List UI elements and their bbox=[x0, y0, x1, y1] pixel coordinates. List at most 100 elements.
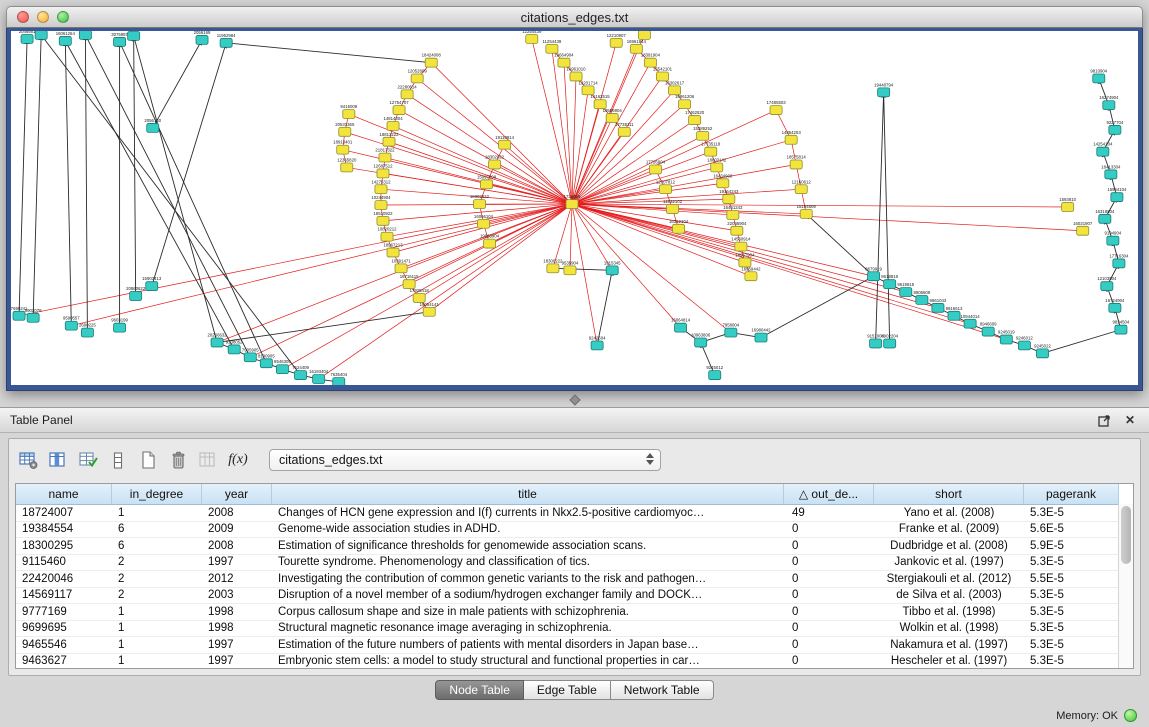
graph-node[interactable]: 16302617 bbox=[665, 80, 685, 94]
table-row[interactable]: 946554611997Estimation of the future num… bbox=[16, 637, 1119, 654]
new-document-icon[interactable] bbox=[135, 447, 161, 473]
graph-node[interactable]: 7905905 bbox=[242, 347, 259, 361]
vertical-scrollbar[interactable] bbox=[1118, 504, 1133, 668]
graph-node[interactable]: 16961010 bbox=[566, 67, 586, 81]
graph-node[interactable]: 19448794 bbox=[874, 82, 894, 96]
table-row[interactable]: 911546021997Tourette syndrome. Phenomeno… bbox=[16, 555, 1119, 572]
graph-node[interactable]: 10244904 bbox=[371, 195, 391, 209]
graph-node[interactable]: 22280614 bbox=[398, 84, 418, 98]
table-source-select[interactable]: citations_edges.txt bbox=[269, 449, 661, 471]
graph-node[interactable]: 16318804 bbox=[1095, 209, 1115, 223]
graph-node[interactable]: 9546305 bbox=[274, 359, 291, 373]
graph-node[interactable]: 8618819 bbox=[881, 274, 898, 288]
graph-node[interactable]: 15097809 bbox=[477, 174, 497, 188]
import-table-icon[interactable] bbox=[195, 447, 221, 473]
show-columns-icon[interactable] bbox=[45, 447, 71, 473]
graph-node[interactable]: 9415009 bbox=[340, 104, 357, 118]
graph-node[interactable]: 16274904 bbox=[1099, 95, 1119, 109]
graph-node[interactable]: 19664904 bbox=[554, 53, 574, 67]
graph-node[interactable]: 18510922 bbox=[373, 211, 393, 225]
minimize-window-button[interactable] bbox=[37, 11, 49, 23]
graph-node[interactable]: 14275312 bbox=[371, 179, 391, 193]
graph-node[interactable]: 8946609 bbox=[980, 322, 997, 336]
graph-node[interactable]: 15542101 bbox=[653, 67, 673, 81]
tab-network-table[interactable]: Network Table bbox=[611, 680, 714, 700]
graph-node[interactable]: 8955616 bbox=[33, 31, 50, 39]
graph-node[interactable]: 9246012 bbox=[1016, 336, 1033, 350]
graph-node[interactable]: 19110914 bbox=[495, 135, 514, 149]
graph-node[interactable]: 12210907 bbox=[607, 33, 627, 47]
graph-node[interactable]: 8906609 bbox=[913, 290, 930, 304]
graph-node[interactable]: 9810904 bbox=[1090, 69, 1107, 83]
column-header-out_degree[interactable]: △ out_de... bbox=[784, 484, 874, 504]
graph-node[interactable]: 18424008 bbox=[422, 53, 442, 67]
graph-node[interactable]: 16961944 bbox=[627, 39, 647, 53]
table-row[interactable]: 1456911722003Disruption of a novel membe… bbox=[16, 588, 1119, 605]
graph-node[interactable]: 10820212 bbox=[377, 227, 397, 241]
graph-node[interactable]: 17462520 bbox=[685, 110, 705, 124]
float-panel-icon[interactable] bbox=[1095, 412, 1113, 428]
close-window-button[interactable] bbox=[17, 11, 29, 23]
column-header-in_degree[interactable]: in_degree bbox=[112, 484, 202, 504]
graph-node[interactable]: 2056140 bbox=[144, 118, 161, 132]
graph-node[interactable]: 2690225 bbox=[79, 323, 96, 337]
graph-node[interactable]: 9603199 bbox=[111, 318, 128, 332]
table-mode-icon[interactable] bbox=[15, 447, 41, 473]
table-row[interactable]: 969969511998Structural magnetic resonanc… bbox=[16, 621, 1119, 638]
graph-node[interactable]: 12687512 bbox=[373, 163, 393, 177]
graph-node[interactable]: 18957904 bbox=[735, 252, 755, 266]
graph-node[interactable]: 16162515 bbox=[591, 94, 611, 108]
graph-node[interactable]: 16193404 bbox=[309, 369, 329, 383]
graph-node[interactable]: 14560914 bbox=[731, 237, 751, 251]
zoom-window-button[interactable] bbox=[57, 11, 69, 23]
graph-node[interactable]: 19556904 bbox=[603, 108, 623, 122]
graph-node[interactable]: 3075987 bbox=[111, 32, 128, 46]
graph-node[interactable]: 21817322 bbox=[375, 148, 395, 162]
graph-node[interactable]: 18602142 bbox=[707, 158, 727, 172]
graph-node[interactable]: 9619815 bbox=[897, 282, 914, 296]
graph-node[interactable]: 9245019 bbox=[998, 330, 1015, 344]
delete-icon[interactable] bbox=[165, 447, 191, 473]
graph-node[interactable]: 12160612 bbox=[792, 179, 812, 193]
scrollbar-thumb[interactable] bbox=[1121, 506, 1131, 564]
graph-node[interactable]: 9238052 bbox=[226, 340, 243, 354]
graph-node[interactable]: 19054141 bbox=[420, 302, 440, 316]
graph-node[interactable]: 2046561 bbox=[19, 31, 36, 43]
graph-node[interactable]: 7635404 bbox=[330, 372, 347, 385]
graph-node[interactable]: 9245022 bbox=[1034, 343, 1051, 357]
column-header-title[interactable]: title bbox=[272, 484, 784, 504]
tab-edge-table[interactable]: Edge Table bbox=[524, 680, 611, 700]
create-column-icon[interactable] bbox=[75, 447, 101, 473]
table-row[interactable]: 1872400712008Changes of HCN gene express… bbox=[16, 505, 1119, 522]
table-row[interactable]: 1830029562008Estimation of significance … bbox=[16, 538, 1119, 555]
graph-node[interactable]: 18575814 bbox=[787, 155, 807, 169]
graph-node[interactable]: 8902204 bbox=[881, 334, 898, 348]
graph-node[interactable]: 18967213 bbox=[383, 243, 403, 257]
row-height-icon[interactable] bbox=[105, 447, 131, 473]
graph-node[interactable]: 7958004 bbox=[722, 323, 739, 337]
graph-node[interactable]: 16434908 bbox=[713, 173, 733, 187]
column-header-short[interactable]: short bbox=[874, 484, 1024, 504]
graph-node[interactable]: 18413304 bbox=[1101, 164, 1121, 178]
table-row[interactable]: 977716911998Corpus callosum shape and si… bbox=[16, 604, 1119, 621]
table-row[interactable]: 946362711997Embryonic stem cells: a mode… bbox=[16, 654, 1119, 670]
graph-node[interactable]: 18391904 bbox=[641, 53, 661, 67]
graph-node[interactable]: 19164243 bbox=[719, 189, 739, 203]
graph-node[interactable]: 8679919 bbox=[865, 266, 882, 280]
column-header-year[interactable]: year bbox=[202, 484, 272, 504]
graph-node[interactable]: 10077107 bbox=[76, 31, 96, 39]
graph-node[interactable]: 15389252 bbox=[693, 126, 713, 140]
split-pane-divider[interactable] bbox=[566, 396, 584, 404]
column-header-pagerank[interactable]: pagerank bbox=[1024, 484, 1119, 504]
graph-node[interactable]: 15954104 bbox=[1107, 187, 1127, 201]
graph-node[interactable]: 12365820 bbox=[337, 158, 357, 172]
graph-node[interactable]: 18913401 bbox=[333, 140, 353, 154]
function-builder-icon[interactable]: f(x) bbox=[225, 447, 251, 473]
graph-node[interactable]: 11952984 bbox=[217, 33, 236, 47]
graph-node[interactable]: 18302022 bbox=[485, 155, 505, 169]
graph-node[interactable]: 1293845 bbox=[125, 31, 142, 40]
graph-node[interactable]: 17738111 bbox=[615, 122, 634, 136]
graph-node[interactable]: 17485503 bbox=[767, 100, 787, 114]
graph-node[interactable]: 12052809 bbox=[408, 69, 428, 83]
graph-node[interactable]: 9824504 bbox=[1113, 320, 1130, 334]
